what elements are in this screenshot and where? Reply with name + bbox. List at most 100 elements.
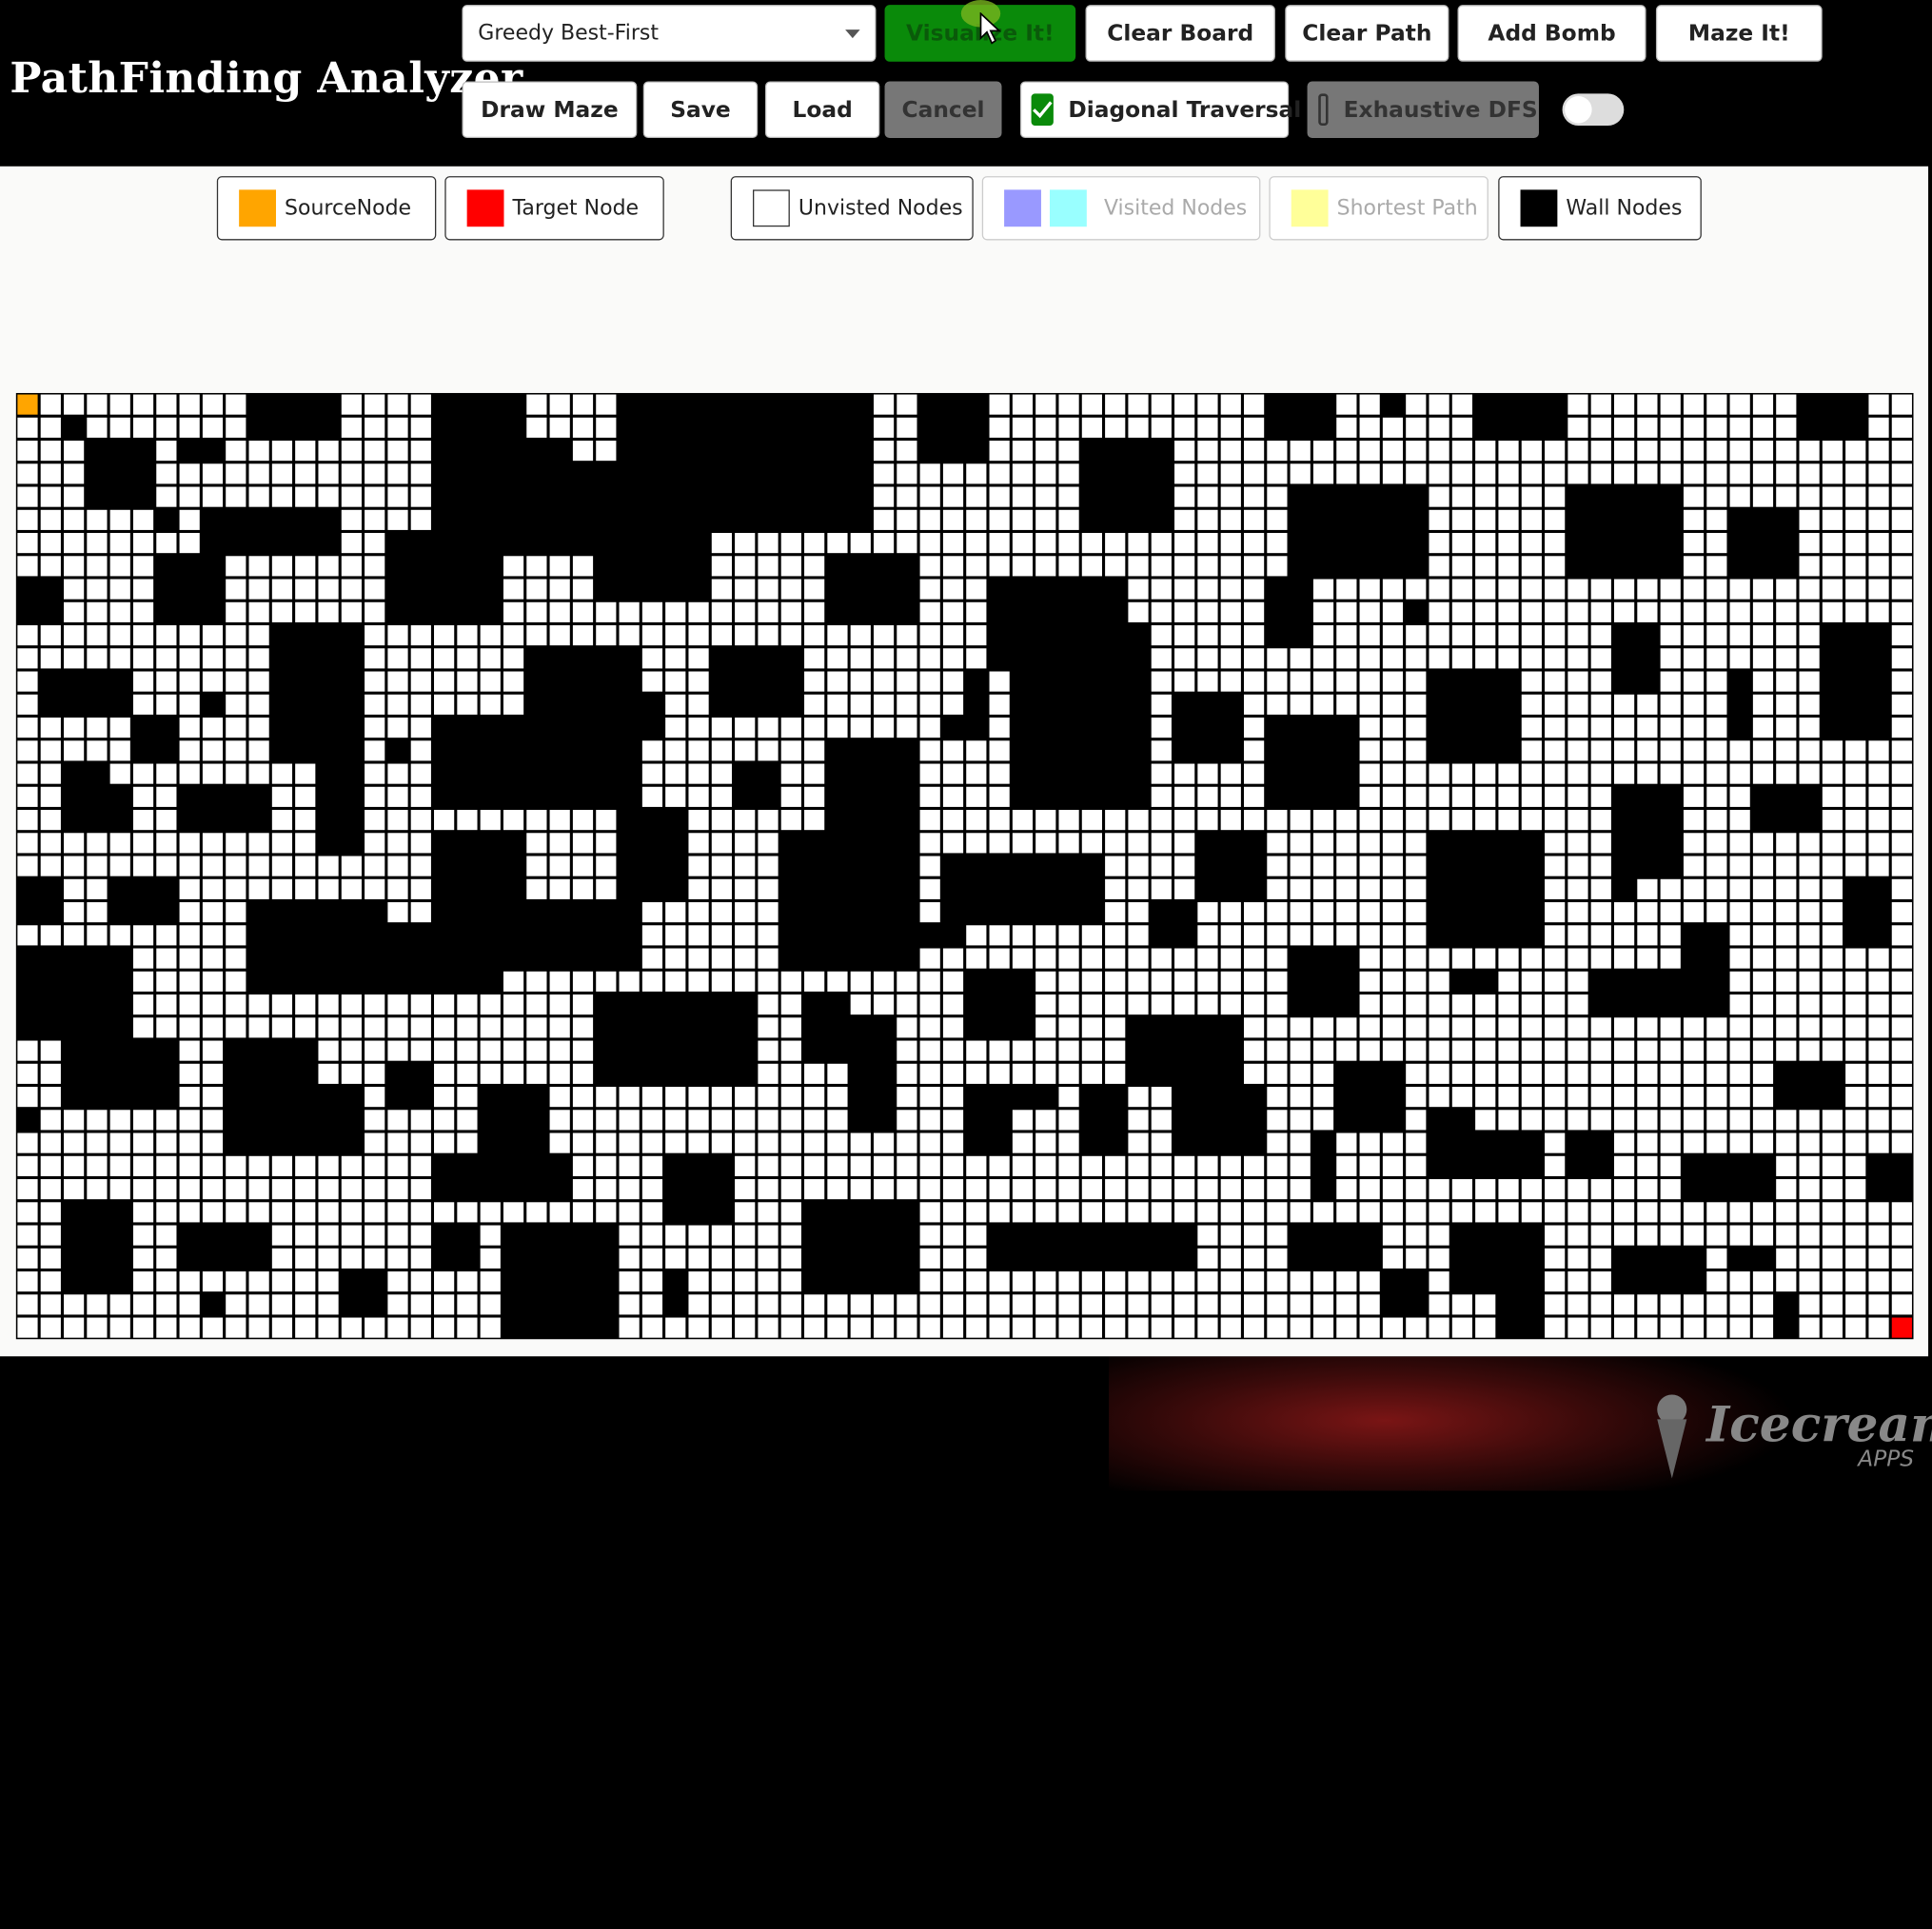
grid-cell[interactable] [1660,1155,1681,1176]
grid-cell[interactable] [1590,1040,1611,1061]
wall-cell[interactable] [17,971,38,992]
wall-cell[interactable] [549,740,570,761]
theme-toggle-switch[interactable] [1562,93,1625,127]
wall-cell[interactable] [735,1040,756,1061]
grid-cell[interactable] [1220,463,1241,484]
grid-cell[interactable] [966,740,987,761]
grid-cell[interactable] [1891,1202,1912,1223]
wall-cell[interactable] [1613,1248,1635,1269]
grid-cell[interactable] [64,1294,85,1315]
grid-cell[interactable] [758,810,779,831]
wall-cell[interactable] [1521,1294,1542,1315]
grid-cell[interactable] [1290,925,1311,946]
grid-cell[interactable] [1891,1087,1912,1108]
wall-cell[interactable] [87,994,108,1015]
wall-cell[interactable] [641,533,663,554]
wall-cell[interactable] [873,556,895,577]
grid-cell[interactable] [434,625,455,646]
grid-cell[interactable] [1683,1040,1705,1061]
grid-cell[interactable] [804,1317,825,1338]
grid-cell[interactable] [132,833,154,854]
wall-cell[interactable] [132,441,154,462]
grid-cell[interactable] [1752,694,1774,715]
wall-cell[interactable] [641,694,663,715]
wall-cell[interactable] [410,925,431,946]
grid-cell[interactable] [1151,763,1172,784]
grid-cell[interactable] [827,671,848,692]
wall-cell[interactable] [919,394,940,415]
grid-cell[interactable] [758,1271,779,1292]
wall-cell[interactable] [410,971,431,992]
grid-cell[interactable] [1012,1110,1034,1131]
grid-cell[interactable] [156,856,177,876]
grid-cell[interactable] [942,625,964,646]
grid-cell[interactable] [1151,1132,1172,1153]
wall-cell[interactable] [341,718,362,738]
grid-cell[interactable] [526,394,547,415]
wall-cell[interactable] [341,1294,362,1315]
wall-cell[interactable] [1197,1063,1218,1084]
grid-cell[interactable] [572,971,594,992]
wall-cell[interactable] [596,1294,617,1315]
grid-cell[interactable] [410,694,431,715]
wall-cell[interactable] [619,740,640,761]
wall-cell[interactable] [1845,902,1866,923]
wall-cell[interactable] [526,718,547,738]
grid-cell[interactable] [179,671,200,692]
grid-cell[interactable] [387,417,408,438]
grid-cell[interactable] [641,671,663,692]
grid-cell[interactable] [1243,601,1265,622]
wall-cell[interactable] [503,948,524,969]
grid-cell[interactable] [1567,902,1588,923]
grid-cell[interactable] [179,878,200,899]
grid-cell[interactable] [1868,1040,1889,1061]
grid-cell[interactable] [549,1063,570,1084]
wall-cell[interactable] [596,694,617,715]
grid-cell[interactable] [1243,786,1265,807]
grid-cell[interactable] [1243,486,1265,507]
grid-cell[interactable] [1451,786,1473,807]
wall-cell[interactable] [1312,1248,1334,1269]
wall-cell[interactable] [87,810,108,831]
wall-cell[interactable] [572,1271,594,1292]
grid-cell[interactable] [1267,902,1288,923]
grid-cell[interactable] [1475,556,1496,577]
grid-cell[interactable] [1290,441,1311,462]
wall-cell[interactable] [526,1087,547,1108]
wall-cell[interactable] [1105,694,1126,715]
grid-cell[interactable] [1312,1294,1334,1315]
grid-cell[interactable] [780,810,801,831]
grid-cell[interactable] [226,740,246,761]
grid-cell[interactable] [1336,1317,1357,1338]
grid-cell[interactable] [1429,648,1449,669]
grid-cell[interactable] [1220,648,1241,669]
grid-cell[interactable] [1359,1017,1380,1038]
wall-cell[interactable] [641,1063,663,1084]
grid-cell[interactable] [1567,417,1588,438]
wall-cell[interactable] [549,925,570,946]
wall-cell[interactable] [688,1063,709,1084]
wall-cell[interactable] [827,948,848,969]
grid-cell[interactable] [1891,1225,1912,1246]
grid-cell[interactable] [1267,878,1288,899]
grid-cell[interactable] [1498,625,1519,646]
grid-cell[interactable] [1822,763,1843,784]
grid-cell[interactable] [942,740,964,761]
grid-cell[interactable] [1174,878,1195,899]
grid-cell[interactable] [665,902,686,923]
grid-cell[interactable] [1776,463,1797,484]
wall-cell[interactable] [1012,856,1034,876]
grid-cell[interactable] [1637,1132,1658,1153]
grid-cell[interactable] [711,810,732,831]
grid-cell[interactable] [873,971,895,992]
wall-cell[interactable] [1359,1063,1380,1084]
grid-cell[interactable] [480,1225,501,1246]
grid-cell[interactable] [572,1017,594,1038]
wall-cell[interactable] [1475,740,1496,761]
grid-cell[interactable] [318,1317,339,1338]
wall-cell[interactable] [873,1063,895,1084]
grid-cell[interactable] [64,740,85,761]
grid-cell[interactable] [1822,971,1843,992]
grid-cell[interactable] [271,810,293,831]
grid-cell[interactable] [989,1063,1010,1084]
